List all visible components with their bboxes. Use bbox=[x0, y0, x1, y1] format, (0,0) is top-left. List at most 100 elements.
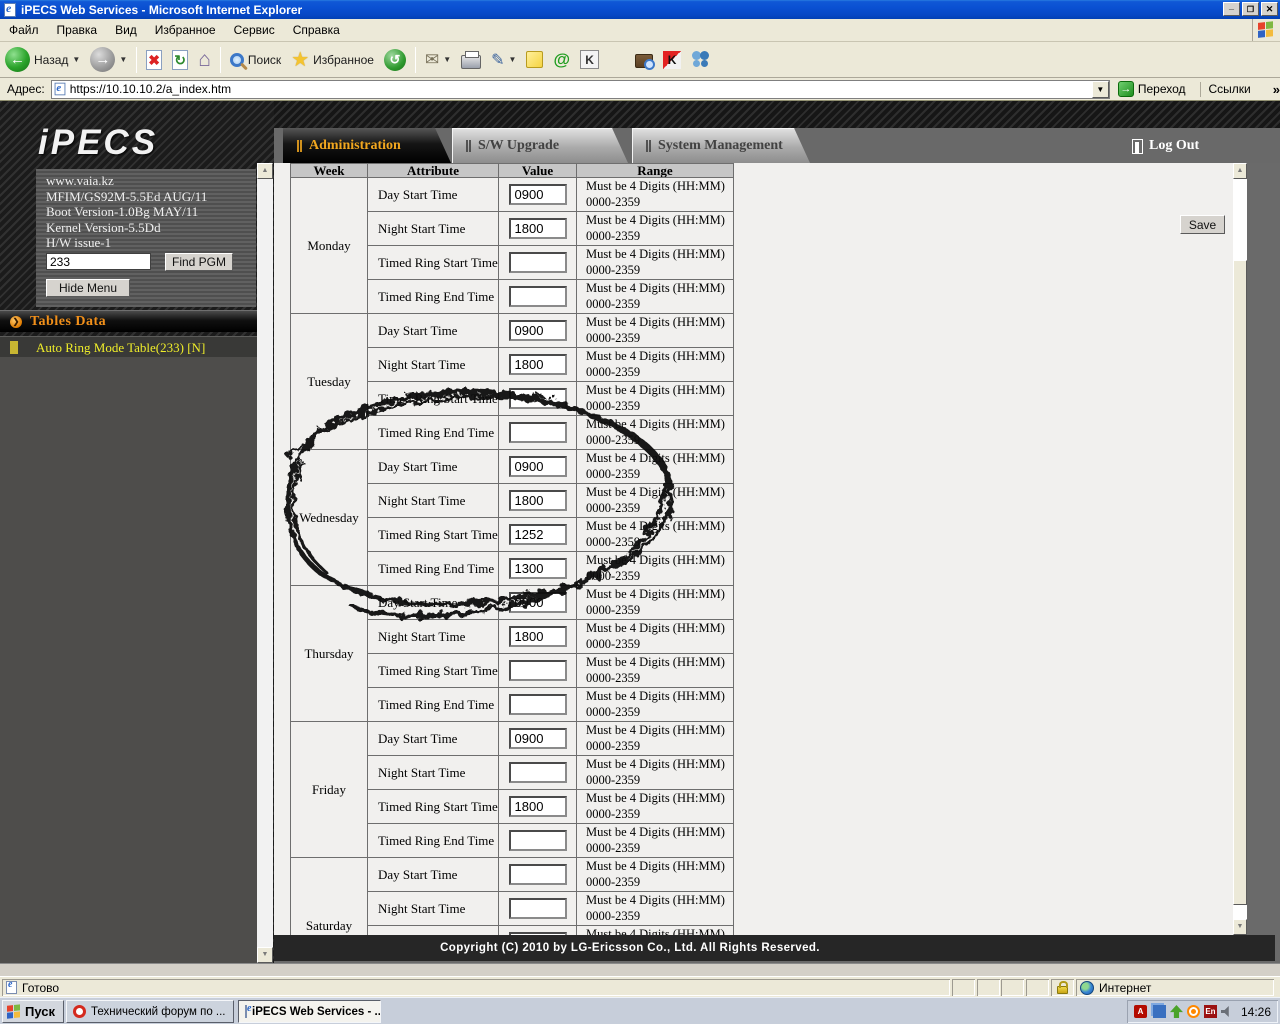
scroll-up-icon[interactable]: ▲ bbox=[1233, 163, 1247, 179]
time-input[interactable] bbox=[509, 592, 567, 613]
range-cell: Must be 4 Digits (HH:MM)0000-2359 bbox=[577, 484, 734, 518]
forward-dropdown-icon[interactable]: ▼ bbox=[119, 55, 127, 64]
time-input[interactable] bbox=[509, 762, 567, 783]
scroll-down-icon[interactable]: ▼ bbox=[257, 947, 273, 963]
attribute-label: Timed Ring Start Time bbox=[368, 790, 499, 824]
table-row: TuesdayDay Start TimeMust be 4 Digits (H… bbox=[291, 314, 734, 348]
orange-app-tray-icon[interactable] bbox=[1187, 1005, 1200, 1018]
favorites-button[interactable]: ★ Избранное bbox=[286, 45, 379, 75]
messenger-button[interactable] bbox=[686, 45, 716, 75]
close-button[interactable] bbox=[1261, 2, 1278, 16]
sidebar-info-line: Boot Version-1.0Bg MAY/11 bbox=[46, 204, 256, 220]
time-input[interactable] bbox=[509, 320, 567, 341]
attribute-label: Night Start Time bbox=[368, 348, 499, 382]
time-input[interactable] bbox=[509, 490, 567, 511]
time-input[interactable] bbox=[509, 830, 567, 851]
time-input[interactable] bbox=[509, 796, 567, 817]
mail-button[interactable]: ✉▼ bbox=[420, 45, 456, 75]
green-app-tray-icon[interactable] bbox=[1170, 1005, 1183, 1018]
time-input[interactable] bbox=[509, 558, 567, 579]
range-line1: Must be 4 Digits (HH:MM) bbox=[586, 927, 733, 935]
search-button[interactable]: Поиск bbox=[225, 45, 286, 75]
menu-item-3[interactable]: Избранное bbox=[146, 20, 225, 40]
minimize-button[interactable] bbox=[1223, 2, 1240, 16]
save-button[interactable]: Save bbox=[1180, 215, 1225, 234]
dictionary-button[interactable] bbox=[630, 45, 658, 75]
back-button[interactable]: ← Назад ▼ bbox=[0, 45, 85, 75]
tab-system-management[interactable]: System Management bbox=[632, 128, 810, 163]
pgm-number-input[interactable] bbox=[46, 253, 151, 270]
attribute-label: Night Start Time bbox=[368, 212, 499, 246]
volume-icon[interactable] bbox=[1221, 1005, 1234, 1018]
menu-item-0[interactable]: Файл bbox=[0, 20, 48, 40]
status-text: Готово bbox=[22, 981, 59, 995]
print-button[interactable] bbox=[456, 45, 486, 75]
find-pgm-button[interactable]: Find PGM bbox=[165, 253, 233, 271]
start-button[interactable]: Пуск bbox=[2, 1000, 64, 1023]
taskbar-button-0[interactable]: Технический форум по ... bbox=[66, 1000, 234, 1023]
k-plugin-button[interactable]: K bbox=[575, 45, 604, 75]
time-input[interactable] bbox=[509, 218, 567, 239]
menu-item-5[interactable]: Справка bbox=[284, 20, 349, 40]
tab-sw-upgrade[interactable]: S/W Upgrade bbox=[452, 128, 628, 163]
menu-item-1[interactable]: Правка bbox=[48, 20, 107, 40]
scroll-down-icon[interactable]: ▼ bbox=[1233, 919, 1247, 935]
toolbar-separator bbox=[415, 47, 416, 73]
range-line2: 0000-2359 bbox=[586, 841, 733, 857]
edit-button[interactable]: ✎▼ bbox=[486, 45, 521, 75]
time-input[interactable] bbox=[509, 728, 567, 749]
hide-menu-button[interactable]: Hide Menu bbox=[46, 279, 130, 297]
history-button[interactable]: ↺ bbox=[379, 45, 411, 75]
range-line1: Must be 4 Digits (HH:MM) bbox=[586, 247, 733, 263]
time-input[interactable] bbox=[509, 422, 567, 443]
time-input[interactable] bbox=[509, 252, 567, 273]
taskbar-button-1[interactable]: iPECS Web Services - ... bbox=[238, 1000, 381, 1023]
chevron-right-icon[interactable]: » bbox=[1273, 82, 1280, 97]
time-input[interactable] bbox=[509, 864, 567, 885]
time-input[interactable] bbox=[509, 456, 567, 477]
internet-globe-icon bbox=[1080, 981, 1094, 995]
messenger-at-button[interactable]: @ bbox=[548, 45, 575, 75]
pdf-tray-icon[interactable]: A bbox=[1134, 1005, 1147, 1018]
time-input[interactable] bbox=[509, 184, 567, 205]
refresh-button[interactable]: ↻ bbox=[167, 45, 193, 75]
scrollbar-thumb[interactable] bbox=[1233, 260, 1247, 905]
menu-item-2[interactable]: Вид bbox=[106, 20, 146, 40]
links-bar[interactable]: Ссылки » bbox=[1200, 82, 1280, 97]
kaspersky-button[interactable]: K bbox=[658, 45, 686, 75]
forward-button[interactable]: → ▼ bbox=[85, 45, 132, 75]
time-input[interactable] bbox=[509, 354, 567, 375]
time-input[interactable] bbox=[509, 286, 567, 307]
stop-button[interactable]: ✖ bbox=[141, 45, 167, 75]
content-scrollbar[interactable]: ▲ ▼ bbox=[1233, 163, 1247, 935]
time-input[interactable] bbox=[509, 660, 567, 681]
range-line2: 0000-2359 bbox=[586, 739, 733, 755]
home-button[interactable]: ⌂ bbox=[193, 45, 216, 75]
go-button[interactable]: → Переход bbox=[1116, 80, 1192, 98]
address-dropdown-icon[interactable]: ▼ bbox=[1092, 81, 1109, 98]
clock: 14:26 bbox=[1241, 1005, 1271, 1019]
time-input[interactable] bbox=[509, 524, 567, 545]
language-indicator[interactable]: En bbox=[1204, 1005, 1217, 1018]
network-tray-icon[interactable] bbox=[1153, 1005, 1166, 1018]
sidebar-section-tables-data[interactable]: ❯ Tables Data bbox=[0, 310, 257, 332]
menu-item-4[interactable]: Сервис bbox=[225, 20, 284, 40]
back-dropdown-icon[interactable]: ▼ bbox=[72, 55, 80, 64]
range-cell: Must be 4 Digits (HH:MM)0000-2359 bbox=[577, 586, 734, 620]
time-input[interactable] bbox=[509, 388, 567, 409]
sidebar-scrollbar[interactable]: ▲ ▼ bbox=[257, 163, 273, 963]
time-input[interactable] bbox=[509, 694, 567, 715]
value-cell bbox=[499, 382, 577, 416]
tab-administration[interactable]: Administration bbox=[283, 128, 451, 163]
value-cell bbox=[499, 314, 577, 348]
time-input[interactable] bbox=[509, 898, 567, 919]
sidebar-item-auto-ring-mode-table[interactable]: Auto Ring Mode Table(233) [N] bbox=[0, 336, 257, 358]
range-line1: Must be 4 Digits (HH:MM) bbox=[586, 859, 733, 875]
range-cell: Must be 4 Digits (HH:MM)0000-2359 bbox=[577, 518, 734, 552]
notes-button[interactable] bbox=[521, 45, 548, 75]
scroll-up-icon[interactable]: ▲ bbox=[257, 163, 273, 179]
address-input[interactable] bbox=[70, 82, 1092, 96]
time-input[interactable] bbox=[509, 626, 567, 647]
logout-button[interactable]: Log Out bbox=[1132, 136, 1199, 156]
restore-button[interactable] bbox=[1242, 2, 1259, 16]
